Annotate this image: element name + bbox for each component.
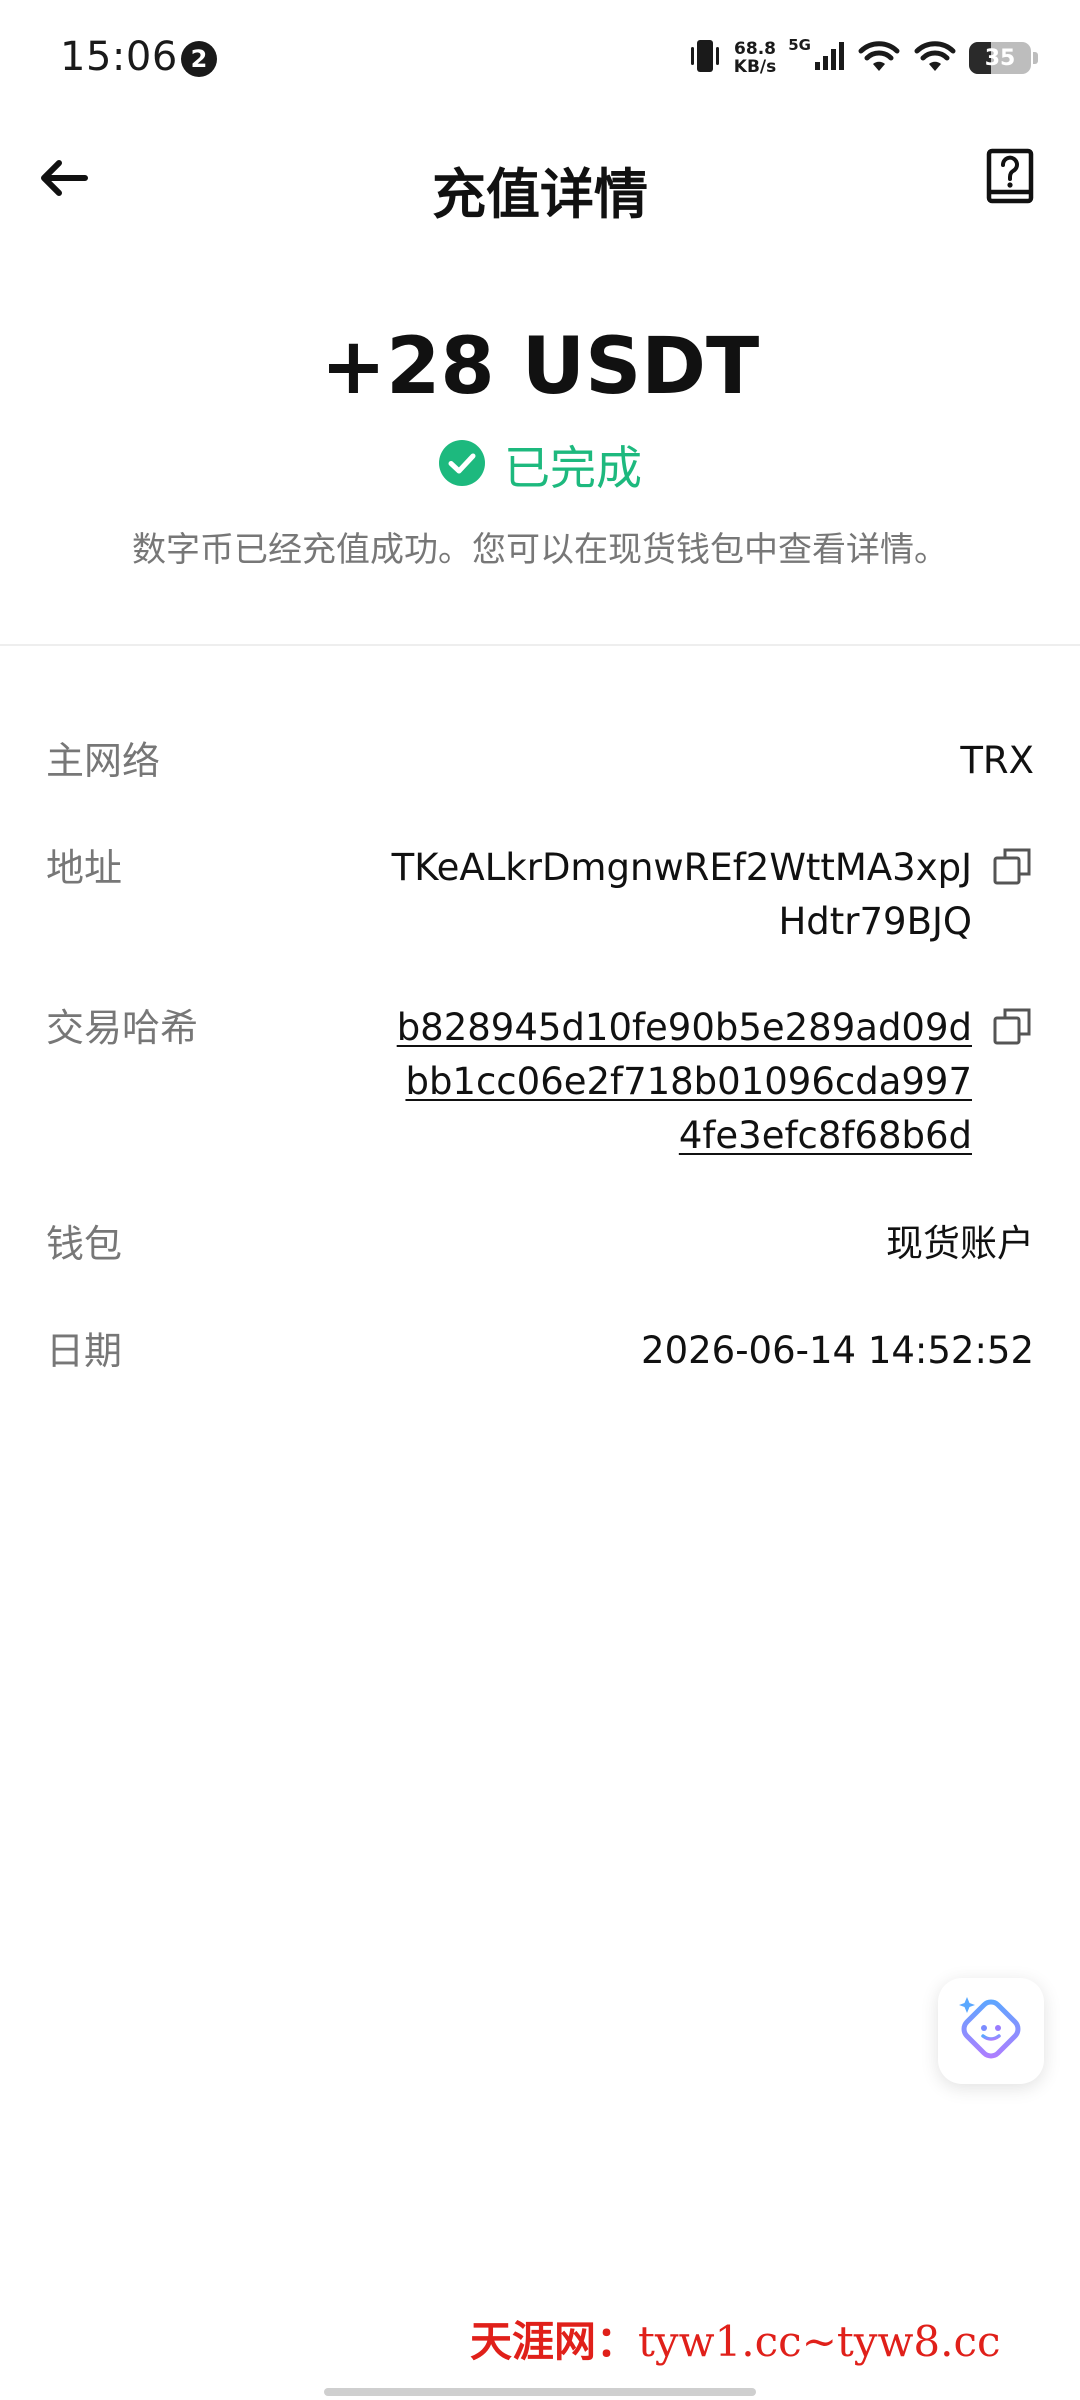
detail-row-date: 日期 2026-06-14 14:52:52: [46, 1324, 1034, 1378]
status-time: 15:06: [60, 34, 178, 80]
network-label: 主网络: [46, 739, 161, 783]
battery-icon: 35: [969, 42, 1031, 74]
copy-address-button[interactable]: [990, 841, 1034, 895]
copy-icon: [992, 1006, 1032, 1050]
vibrate-icon: [688, 36, 722, 80]
home-indicator[interactable]: [324, 2388, 756, 2396]
check-circle-icon: [438, 439, 486, 491]
question-book-icon: [985, 148, 1035, 208]
status-bar: 15:06 2 68.8 KB/s 5G 35: [0, 0, 1080, 120]
network-value: TRX: [960, 739, 1034, 782]
detail-row-address: 地址 TKeALkrDmgnwREf2WttMA3xpJHdtr79BJQ: [46, 841, 1034, 949]
tx-hash-label: 交易哈希: [46, 1006, 199, 1050]
network-speed-value: 68.8: [734, 39, 776, 59]
date-label: 日期: [46, 1329, 123, 1373]
copy-tx-hash-button[interactable]: [990, 1001, 1034, 1055]
detail-row-wallet: 钱包 现货账户: [46, 1217, 1034, 1271]
address-label: 地址: [46, 846, 123, 890]
status-description: 数字币已经充值成功。您可以在现货钱包中查看详情。: [132, 530, 948, 570]
notification-count-badge: 2: [181, 41, 217, 77]
tx-hash-link[interactable]: b828945d10fe90b5e289ad09dbb1cc06e2f718b0…: [397, 1006, 972, 1157]
network-speed-unit: KB/s: [733, 57, 777, 77]
network-type: 5G: [788, 36, 811, 54]
wallet-label: 钱包: [46, 1222, 123, 1266]
deposit-amount: +28 USDT: [320, 322, 760, 412]
ai-assistant-face-icon: [953, 1991, 1029, 2071]
battery-level: 35: [984, 45, 1016, 71]
status-icons: 68.8 KB/s 5G 35: [688, 36, 1038, 80]
detail-row-network: 主网络 TRX: [46, 734, 1034, 788]
wallet-value: 现货账户: [886, 1222, 1034, 1265]
detail-row-tx-hash: 交易哈希 b828945d10fe90b5e289ad09dbb1cc06e2f…: [46, 1001, 1034, 1163]
help-button[interactable]: [980, 148, 1040, 208]
page-title: 充值详情: [432, 163, 648, 226]
divider: [0, 644, 1080, 646]
tx-hash-value-group: b828945d10fe90b5e289ad09dbb1cc06e2f718b0…: [382, 1001, 1034, 1163]
watermark-site-name: 天涯网：: [470, 2317, 639, 2366]
network-speed: 68.8 KB/s: [734, 40, 776, 76]
status-text: 已完成: [504, 441, 642, 495]
address-value: TKeALkrDmgnwREf2WttMA3xpJHdtr79BJQ: [391, 846, 972, 943]
cellular-signal-icon: [813, 40, 845, 76]
wifi-icon: [857, 39, 901, 77]
battery-tip: [1033, 52, 1038, 64]
watermark-urls: tyw1.cc~tyw8.cc: [638, 2317, 1001, 2366]
header: 充值详情: [0, 130, 1080, 230]
address-value-group: TKeALkrDmgnwREf2WttMA3xpJHdtr79BJQ: [382, 841, 1034, 949]
deposit-status: 已完成: [0, 432, 1080, 498]
date-value: 2026-06-14 14:52:52: [641, 1329, 1034, 1372]
ai-assistant-button[interactable]: [938, 1978, 1044, 2084]
tx-hash-value-container: b828945d10fe90b5e289ad09dbb1cc06e2f718b0…: [382, 1001, 972, 1163]
watermark: 天涯网：tyw1.cc~tyw8.cc: [470, 2308, 1070, 2369]
copy-icon: [992, 846, 1032, 890]
wifi-icon-secondary: [913, 39, 957, 77]
